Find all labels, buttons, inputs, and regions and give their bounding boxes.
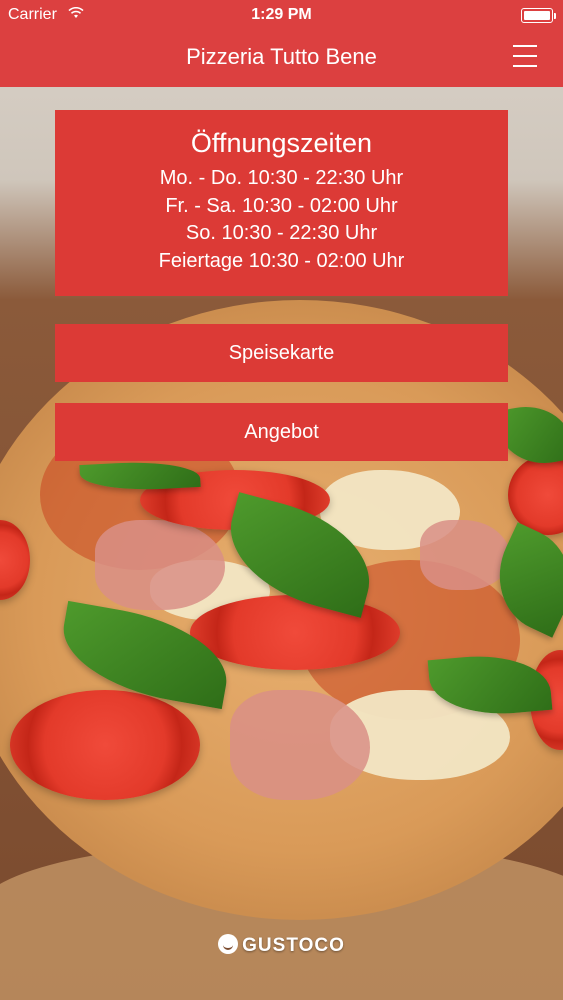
opening-hours-card: Öffnungszeiten Mo. - Do. 10:30 - 22:30 U… bbox=[55, 110, 508, 296]
opening-hours-list: Mo. - Do. 10:30 - 22:30 Uhr Fr. - Sa. 10… bbox=[55, 165, 508, 275]
hours-line: Fr. - Sa. 10:30 - 02:00 Uhr bbox=[165, 194, 398, 217]
hamburger-menu-icon[interactable] bbox=[513, 42, 539, 70]
hours-line: Feiertage 10:30 - 02:00 Uhr bbox=[158, 249, 405, 272]
nav-bar: Pizzeria Tutto Bene bbox=[0, 30, 563, 87]
opening-hours-title: Öffnungszeiten bbox=[190, 128, 373, 158]
status-bar: Carrier 1:29 PM bbox=[0, 0, 563, 30]
offer-button[interactable]: Angebot bbox=[55, 403, 508, 461]
brand-label: GUSTOCO bbox=[242, 935, 345, 956]
page-title: Pizzeria Tutto Bene bbox=[186, 44, 377, 69]
status-time: 1:29 PM bbox=[251, 6, 312, 23]
battery-icon bbox=[521, 8, 556, 23]
hours-line: Mo. - Do. 10:30 - 22:30 Uhr bbox=[159, 167, 404, 189]
hours-line: So. 10:30 - 22:30 Uhr bbox=[185, 222, 378, 244]
menu-button[interactable]: Speisekarte bbox=[55, 324, 508, 382]
footer-brand: GUSTOCO bbox=[0, 934, 563, 957]
gustoco-logo-icon bbox=[218, 934, 239, 954]
